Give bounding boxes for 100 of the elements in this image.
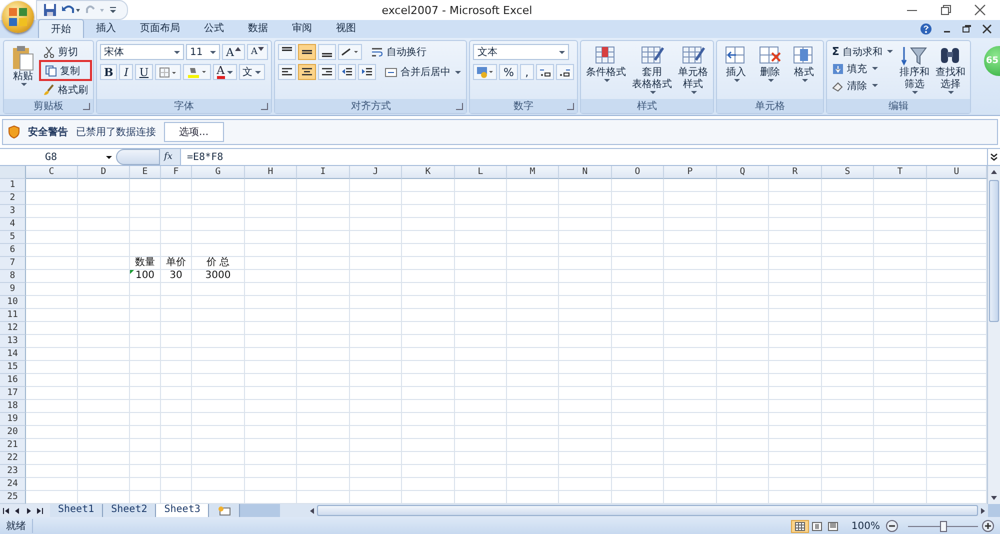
autosum-button[interactable]: Σ 自动求和	[830, 44, 896, 59]
phonetic-button[interactable]: 文	[238, 64, 265, 80]
vertical-align-button[interactable]	[278, 44, 296, 60]
row-header[interactable]: 15	[0, 361, 26, 374]
font-color-button[interactable]: A	[212, 64, 237, 80]
customize-icon[interactable]	[109, 5, 117, 15]
insert-cells-button[interactable]: 插入	[720, 44, 752, 83]
row-header[interactable]: 14	[0, 348, 26, 361]
column-header[interactable]: R	[769, 166, 822, 179]
ribbon-tab[interactable]: 开始	[38, 19, 84, 38]
clear-button[interactable]: 清除	[830, 78, 896, 93]
restore-icon[interactable]	[940, 4, 952, 16]
row-header[interactable]: 9	[0, 283, 26, 296]
increase-indent-button[interactable]	[358, 64, 376, 80]
column-header[interactable]: G	[192, 166, 245, 179]
zoom-in-button[interactable]	[982, 520, 994, 532]
currency-button[interactable]	[473, 64, 498, 80]
column-header[interactable]: L	[455, 166, 507, 179]
column-header[interactable]: E	[130, 166, 161, 179]
zoom-slider-thumb[interactable]	[940, 521, 947, 532]
vertical-align-button[interactable]	[318, 44, 336, 60]
decrease-decimal-button[interactable]	[556, 64, 574, 80]
restore-icon[interactable]	[962, 24, 972, 34]
find-select-button[interactable]: 查找和 选择	[933, 44, 968, 95]
font-style-button[interactable]: I	[119, 64, 134, 80]
column-header[interactable]: U	[927, 166, 987, 179]
zoom-level[interactable]: 100%	[851, 520, 880, 532]
sheet-navigation[interactable]	[0, 504, 50, 517]
ribbon-tab[interactable]: 插入	[84, 19, 128, 38]
normal-view-button[interactable]	[791, 520, 810, 532]
row-header[interactable]: 21	[0, 439, 26, 452]
row-header[interactable]: 17	[0, 387, 26, 400]
column-header[interactable]: I	[297, 166, 350, 179]
font-size-dropdown[interactable]: 11	[186, 44, 220, 60]
ribbon-tab[interactable]: 页面布局	[128, 19, 192, 38]
merge-center-button[interactable]: 合并后居中	[383, 64, 464, 80]
horizontal-align-button[interactable]	[278, 64, 296, 80]
row-header[interactable]: 11	[0, 309, 26, 322]
orientation-button[interactable]	[338, 44, 362, 60]
formula-input[interactable]: =E8*F8	[181, 149, 987, 165]
row-header[interactable]: 5	[0, 231, 26, 244]
row-header[interactable]: 25	[0, 491, 26, 504]
column-header[interactable]: O	[612, 166, 664, 179]
close-icon[interactable]	[982, 24, 992, 34]
row-header[interactable]: 2	[0, 192, 26, 205]
row-header[interactable]: 12	[0, 322, 26, 335]
column-header[interactable]: H	[245, 166, 297, 179]
help-icon[interactable]	[920, 23, 932, 35]
options-button[interactable]: 选项...	[164, 122, 224, 142]
delete-cells-button[interactable]: 删除	[754, 44, 786, 83]
font-style-button[interactable]: B	[100, 64, 118, 80]
formula-bar-handle[interactable]	[116, 149, 160, 165]
row-header[interactable]: 18	[0, 400, 26, 413]
decrease-indent-button[interactable]	[338, 64, 356, 80]
number-format-dropdown[interactable]: 文本	[473, 44, 570, 60]
sort-filter-button[interactable]: 排序和 筛选	[897, 44, 932, 95]
cell-styles-button[interactable]: 单元格 样式	[676, 44, 710, 95]
dialog-launcher-icon[interactable]	[83, 103, 90, 110]
close-icon[interactable]	[974, 4, 986, 16]
borders-button[interactable]	[154, 64, 181, 80]
format-as-table-button[interactable]: 套用 表格格式	[630, 44, 674, 95]
sheet-tab[interactable]: Sheet2	[103, 504, 156, 517]
shrink-font-button[interactable]: A	[246, 44, 268, 60]
ribbon-tab[interactable]: 公式	[192, 19, 236, 38]
paste-button[interactable]: 粘贴	[7, 44, 39, 87]
increase-decimal-button[interactable]	[536, 64, 554, 80]
vertical-align-button[interactable]	[298, 44, 316, 60]
row-header[interactable]: 7	[0, 257, 26, 270]
row-header[interactable]: 24	[0, 478, 26, 491]
column-header[interactable]: P	[664, 166, 717, 179]
row-header[interactable]: 10	[0, 296, 26, 309]
column-header[interactable]: J	[350, 166, 402, 179]
column-header[interactable]: N	[559, 166, 612, 179]
row-header[interactable]: 6	[0, 244, 26, 257]
grow-font-button[interactable]: A	[222, 44, 245, 60]
column-header[interactable]: T	[874, 166, 927, 179]
row-header[interactable]: 3	[0, 205, 26, 218]
dialog-launcher-icon[interactable]	[456, 103, 464, 110]
zoom-out-button[interactable]	[886, 520, 898, 532]
format-cells-button[interactable]: 格式	[788, 44, 820, 83]
horizontal-align-button[interactable]	[298, 64, 316, 80]
cut-button[interactable]: 剪切	[41, 44, 90, 59]
wrap-text-button[interactable]: 自动换行	[369, 44, 428, 60]
ribbon-tab[interactable]: 视图	[324, 19, 368, 38]
horizontal-scrollbar[interactable]	[280, 504, 988, 517]
row-header[interactable]: 13	[0, 335, 26, 348]
percent-button[interactable]: %	[499, 64, 518, 80]
column-header[interactable]: Q	[717, 166, 769, 179]
row-header[interactable]: 19	[0, 413, 26, 426]
name-box[interactable]: G8	[0, 149, 116, 165]
insert-sheet-button[interactable]	[209, 504, 240, 517]
fill-color-button[interactable]	[182, 64, 211, 80]
row-header[interactable]: 1	[0, 179, 26, 192]
column-header[interactable]: S	[822, 166, 874, 179]
column-header[interactable]: K	[402, 166, 455, 179]
save-icon[interactable]	[43, 3, 57, 17]
column-header[interactable]: D	[78, 166, 130, 179]
dialog-launcher-icon[interactable]	[261, 103, 268, 110]
horizontal-align-button[interactable]	[318, 64, 336, 80]
row-header[interactable]: 20	[0, 426, 26, 439]
